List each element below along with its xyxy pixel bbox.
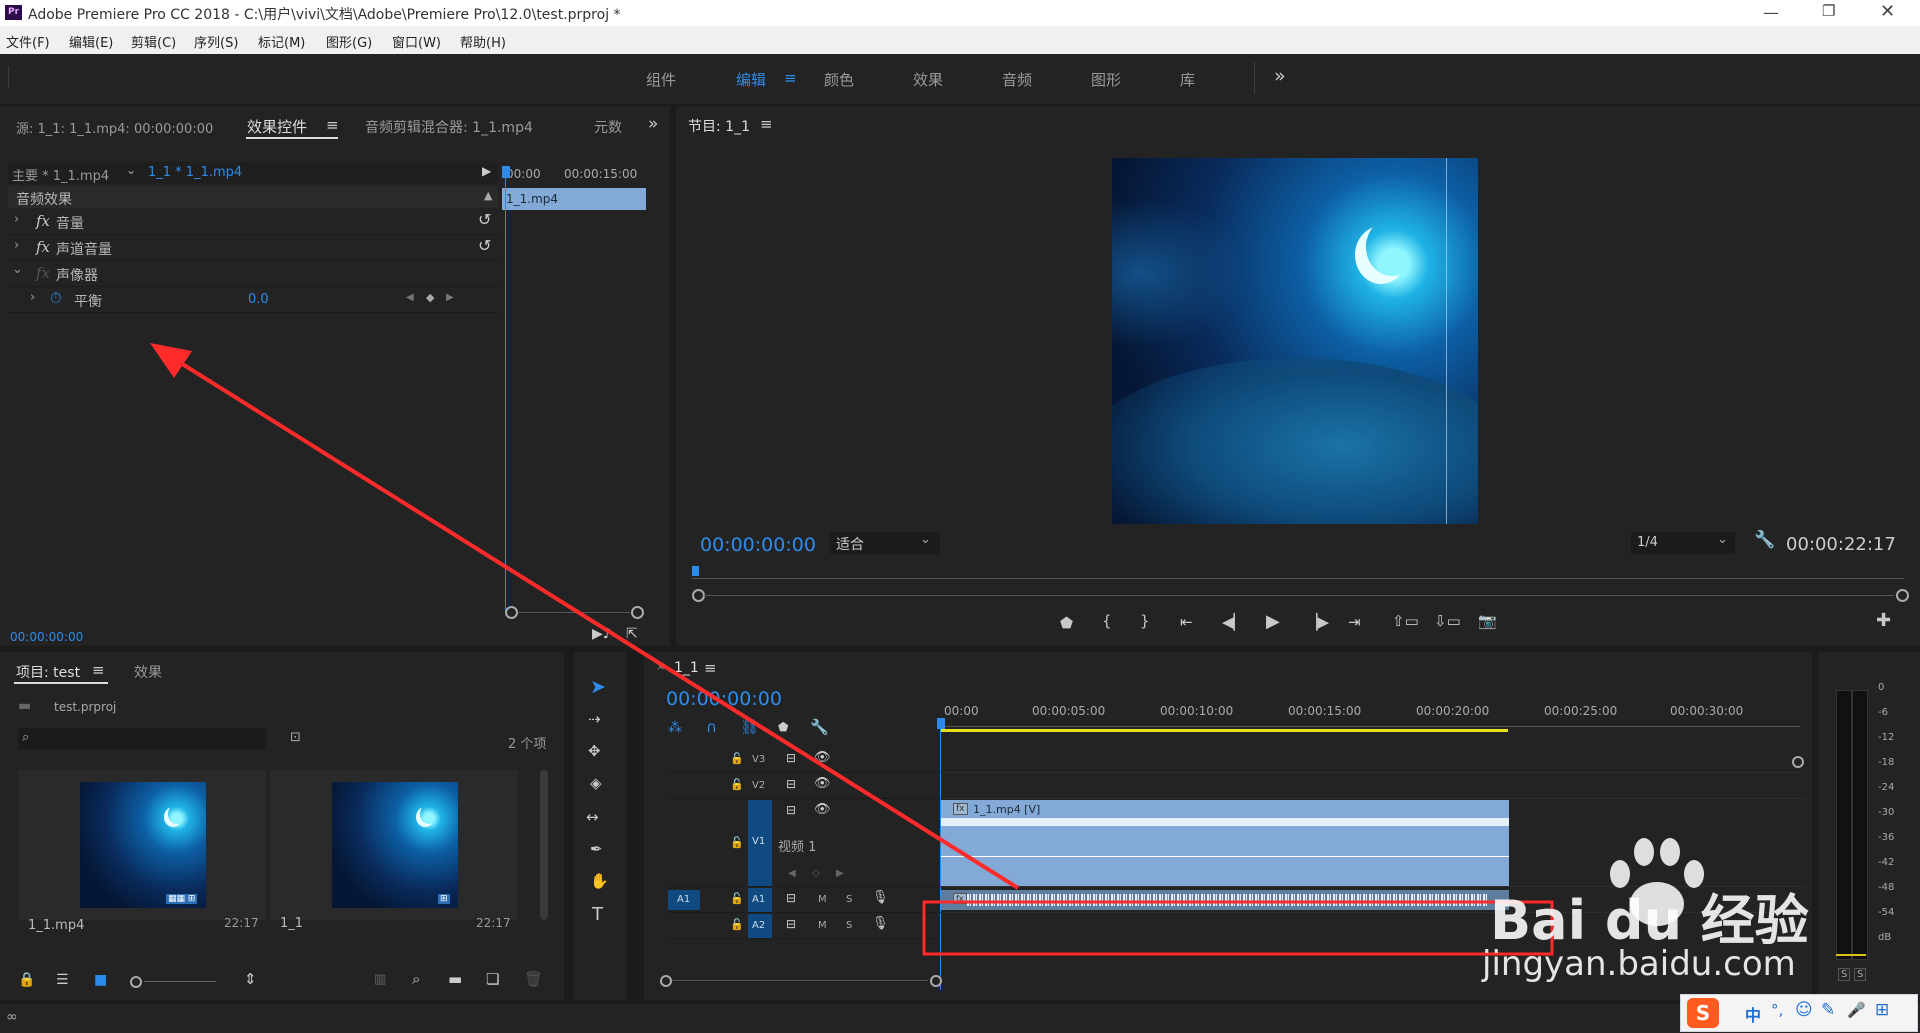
paw-toe bbox=[1660, 838, 1680, 866]
annotation-arrow-line bbox=[158, 348, 1020, 890]
annotation-arrow-head bbox=[150, 343, 192, 378]
ime-handwrite-icon[interactable]: ✎ bbox=[1821, 1000, 1835, 1020]
ime-toolbar[interactable]: S 中 °, ☺ ✎ 🎤 ⊞ bbox=[1680, 994, 1918, 1032]
ime-emoji-icon[interactable]: ☺ bbox=[1795, 1000, 1813, 1020]
ime-voice-icon[interactable]: 🎤 bbox=[1847, 1001, 1866, 1019]
ime-chinese-mode[interactable]: 中 bbox=[1745, 1002, 1761, 1026]
ime-punctuation[interactable]: °, bbox=[1771, 1001, 1783, 1019]
paw-toe bbox=[1634, 838, 1654, 866]
watermark-line2: jingyan.baidu.com bbox=[1482, 944, 1796, 984]
ime-toolbox-icon[interactable]: ⊞ bbox=[1875, 1000, 1889, 1020]
sogou-logo: S bbox=[1687, 998, 1719, 1028]
baidu-watermark: Bai du 经验 jingyan.baidu.com bbox=[1470, 822, 1830, 1002]
annotation-highlight-box bbox=[922, 900, 1554, 956]
